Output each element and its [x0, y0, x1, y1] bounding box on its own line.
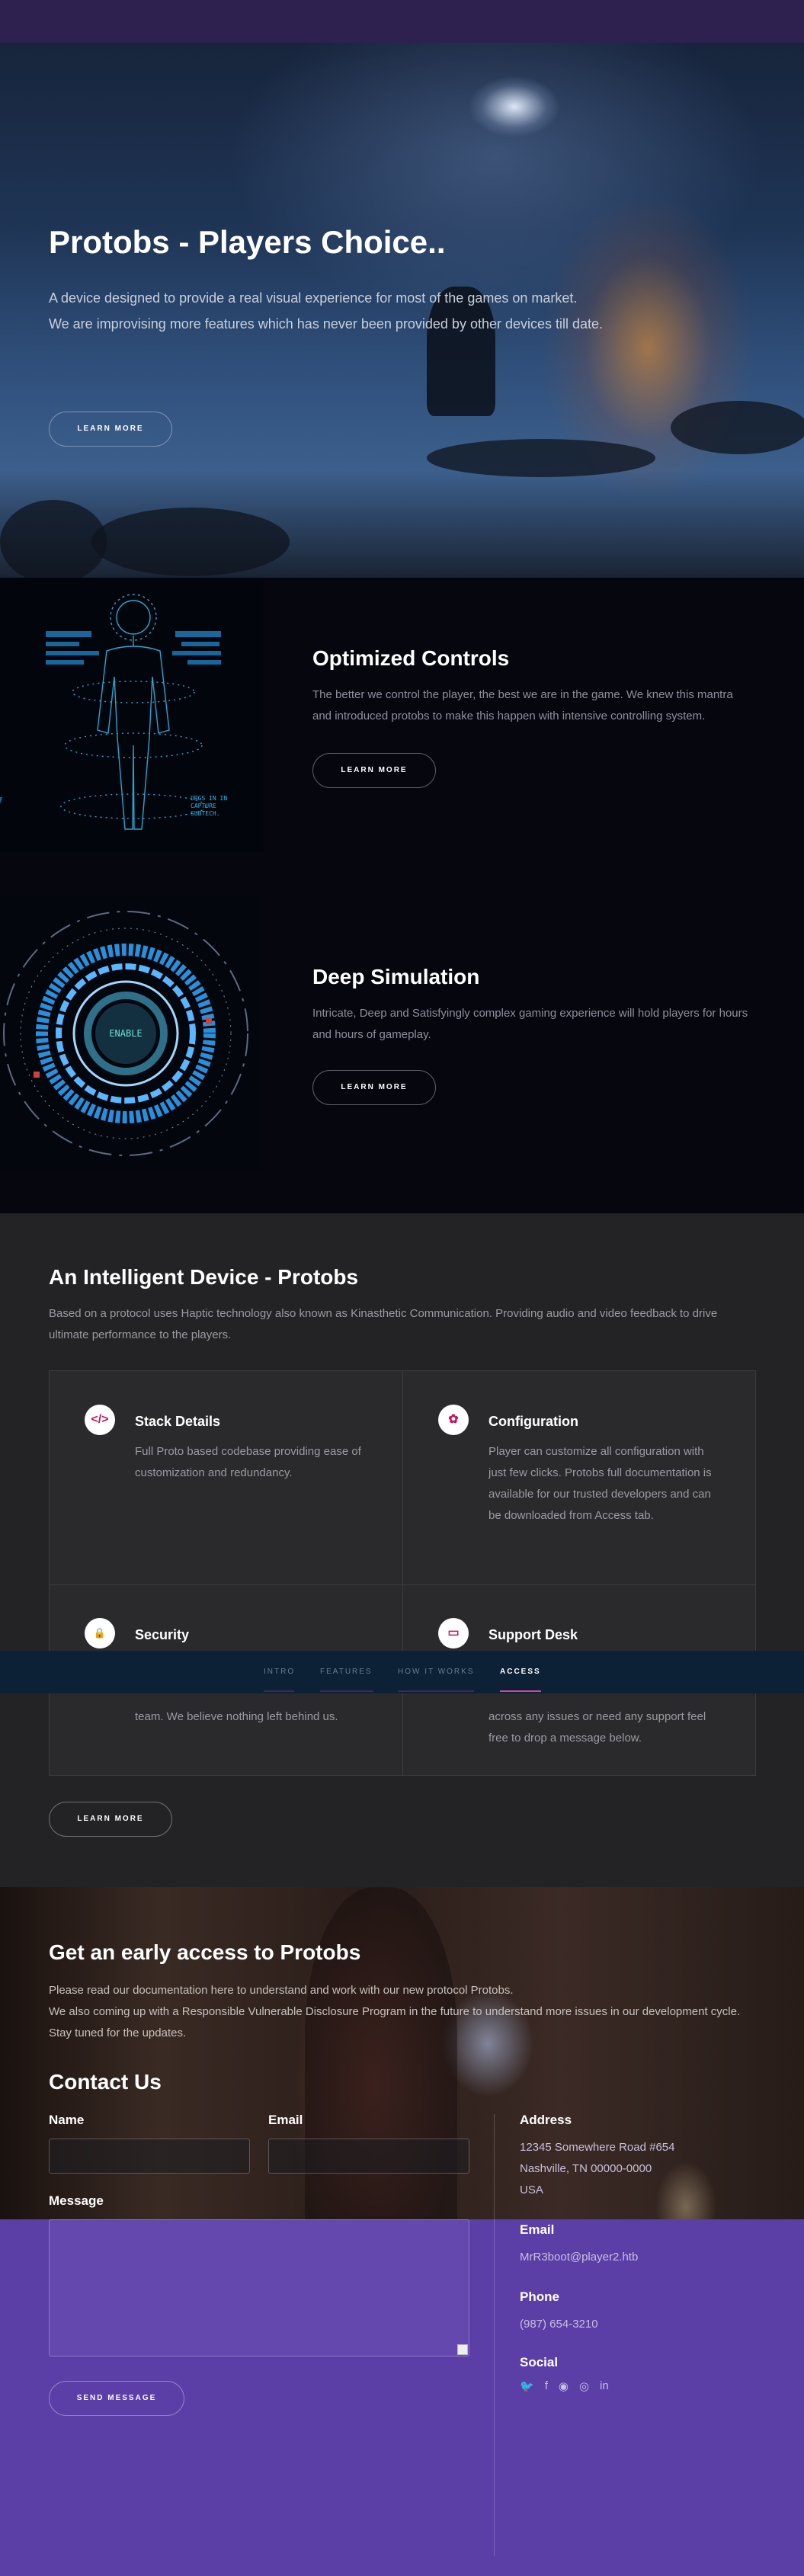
cell-desc-security: team. We believe nothing left behind us. [135, 1710, 338, 1723]
address-title: Address [520, 2113, 572, 2127]
facebook-icon[interactable]: f [545, 2379, 548, 2393]
feature-desc-optimized-controls: The better we control the player, the be… [312, 688, 733, 722]
address-line-3: USA [520, 2184, 543, 2196]
name-label: Name [49, 2113, 85, 2127]
linkedin-icon[interactable]: in [600, 2379, 609, 2393]
hero-section: Protobs - Players Choice.. A device desi… [0, 43, 804, 578]
optimized-controls-image: ORGS IN IN CAPTURE SUBTECH. [0, 578, 264, 852]
holo-ring-icon: ENABLE [0, 896, 264, 1171]
feature-title-deep-simulation: Deep Simulation [312, 965, 480, 988]
cell-title-security: Security [135, 1627, 190, 1642]
deep-simulation-learn-more-button[interactable]: LEARN MORE [312, 1070, 436, 1105]
nav-underline-features [320, 1690, 373, 1692]
gear-icon: ✿ [438, 1405, 469, 1435]
send-message-button[interactable]: SEND MESSAGE [49, 2381, 184, 2416]
email-link[interactable]: MrR3boot@player2.htb [520, 2247, 638, 2268]
name-input[interactable] [49, 2139, 250, 2174]
grid-divider [50, 1584, 755, 1585]
nav-access[interactable]: ACCESS [500, 1668, 541, 1676]
email-title: Email [520, 2222, 555, 2237]
hero-line-2: We are improvising more features which h… [49, 316, 604, 332]
access-line-1: Please read our documentation here to un… [49, 1984, 514, 1997]
github-icon[interactable]: ◉ [559, 2379, 569, 2393]
image-caption-2: CAPTURE [191, 803, 216, 809]
hero-rock [671, 401, 804, 454]
social-links: 🐦 f ◉ ◎ in [520, 2379, 609, 2393]
nav-features[interactable]: FEATURES [320, 1668, 373, 1676]
device-section: An Intelligent Device - Protobs Based on… [0, 1213, 804, 1887]
optimized-controls-learn-more-button[interactable]: LEARN MORE [312, 753, 436, 788]
access-title: Get an early access to Protobs [49, 1940, 361, 1964]
monitor-icon: ▭ [438, 1618, 469, 1648]
cell-desc-stack-details: Full Proto based codebase providing ease… [135, 1445, 361, 1479]
hologram-body-icon: ORGS IN IN CAPTURE SUBTECH. [0, 578, 264, 852]
access-description: Please read our documentation here to un… [49, 1980, 765, 2044]
device-description: Based on a protocol uses Haptic technolo… [49, 1307, 718, 1341]
cell-desc-configuration: Player can customize all configuration w… [488, 1445, 712, 1522]
address-line-1: 12345 Somewhere Road #654 [520, 2141, 675, 2154]
features-section: ORGS IN IN CAPTURE SUBTECH. Optimized Co… [0, 578, 804, 1213]
hero-description: A device designed to provide a real visu… [49, 285, 735, 337]
hero-line-1: A device designed to provide a real visu… [49, 290, 578, 306]
nav-intro[interactable]: INTRO [264, 1668, 295, 1676]
nav-underline-intro [264, 1690, 294, 1692]
enable-label: ENABLE [109, 1028, 142, 1039]
hero-learn-more-button[interactable]: LEARN MORE [49, 412, 172, 447]
instagram-icon[interactable]: ◎ [579, 2379, 589, 2393]
twitter-icon[interactable]: 🐦 [520, 2379, 534, 2393]
hero-rock [0, 500, 107, 578]
phone-title: Phone [520, 2289, 559, 2304]
code-icon: </> [85, 1405, 115, 1435]
contact-title: Contact Us [49, 2070, 162, 2094]
nav-underline-how-it-works [398, 1690, 474, 1692]
lock-icon: 🔒 [85, 1618, 115, 1648]
top-bar [0, 0, 804, 43]
contact-divider [494, 2114, 495, 2556]
resize-handle[interactable] [457, 2344, 468, 2355]
feature-title-optimized-controls: Optimized Controls [312, 646, 510, 670]
message-label: Message [49, 2193, 104, 2208]
cell-title-support-desk: Support Desk [488, 1627, 578, 1642]
nav-how-it-works[interactable]: HOW IT WORKS [398, 1668, 474, 1676]
feature-desc-deep-simulation: Intricate, Deep and Satisfyingly complex… [312, 1007, 748, 1041]
deep-simulation-image: ENABLE [0, 896, 264, 1171]
hero-title: Protobs - Players Choice.. [49, 224, 446, 260]
grid-divider [402, 1371, 403, 1775]
hero-rock [427, 439, 655, 477]
hero-rock [91, 508, 290, 576]
device-title: An Intelligent Device - Protobs [49, 1265, 359, 1289]
address-line-2: Nashville, TN 00000-0000 [520, 2162, 652, 2175]
access-line-2: We also coming up with a Responsible Vul… [49, 2005, 741, 2039]
image-caption-3: SUBTECH. [191, 810, 220, 817]
cell-title-stack-details: Stack Details [135, 1414, 221, 1429]
device-learn-more-button[interactable]: LEARN MORE [49, 1802, 172, 1837]
image-caption-1: ORGS IN IN [191, 795, 227, 802]
email-label: Email [268, 2113, 303, 2127]
nav-underline-access [500, 1690, 541, 1692]
social-title: Social [520, 2355, 559, 2369]
email-input[interactable] [268, 2139, 469, 2174]
message-textarea[interactable] [49, 2219, 469, 2357]
cell-title-configuration: Configuration [488, 1414, 578, 1429]
section-navbar: INTRO FEATURES HOW IT WORKS ACCESS [0, 1651, 804, 1693]
cell-desc-support-desk: across any issues or need any support fe… [488, 1710, 706, 1745]
phone-value: (987) 654-3210 [520, 2318, 598, 2331]
feature-grid: </> Stack Details Full Proto based codeb… [49, 1370, 756, 1776]
